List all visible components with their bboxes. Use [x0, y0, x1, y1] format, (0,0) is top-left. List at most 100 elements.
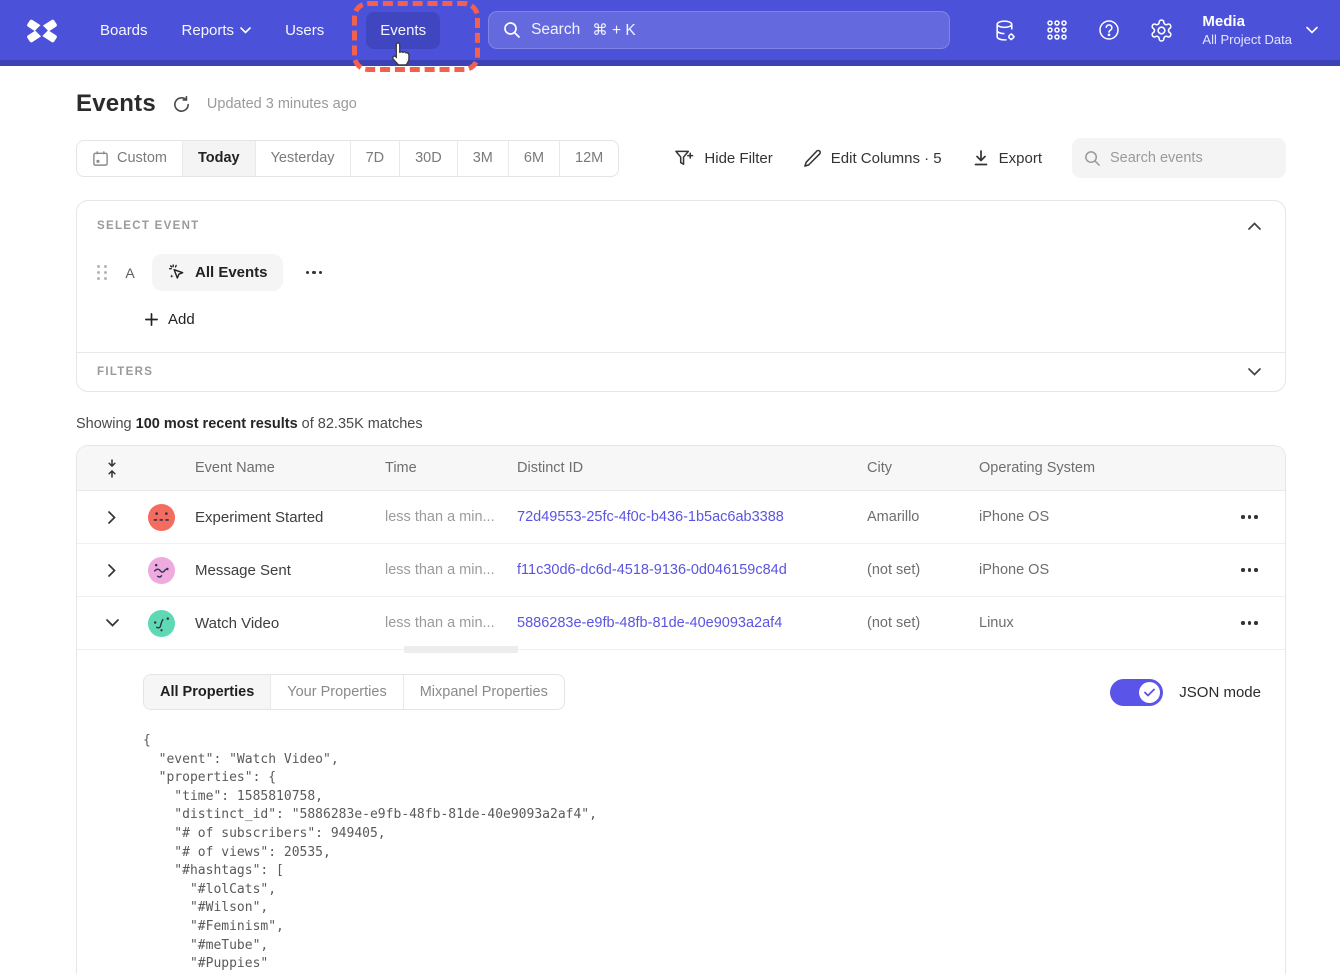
city-cell: (not set)	[851, 562, 963, 578]
column-header-distinct-id[interactable]: Distinct ID	[501, 460, 851, 476]
settings-gear-icon[interactable]	[1142, 11, 1180, 49]
pencil-icon	[803, 149, 822, 168]
filters-label: FILTERS	[97, 366, 153, 378]
time-cell: less than a min...	[369, 509, 501, 525]
distinct-id-link[interactable]: 5886283e-e9fb-48fb-81de-40e9093a2af4	[517, 615, 782, 631]
distinct-id-link[interactable]: 72d49553-25fc-4f0c-b436-1b5ac6ab3388	[517, 509, 784, 525]
project-name: Media	[1202, 13, 1292, 30]
refresh-button[interactable]	[170, 93, 193, 116]
event-name-cell: Watch Video	[179, 615, 369, 632]
expand-row-button[interactable]	[95, 560, 129, 581]
drag-handle-icon[interactable]	[97, 265, 108, 280]
json-mode-toggle[interactable]	[1110, 679, 1163, 706]
column-header-city[interactable]: City	[851, 460, 963, 476]
collapse-all-rows-button[interactable]	[95, 455, 129, 482]
expand-row-button[interactable]	[95, 507, 129, 528]
tab-mixpanel-properties[interactable]: Mixpanel Properties	[403, 675, 564, 709]
event-selector-button[interactable]: All Events	[152, 254, 283, 291]
chevron-down-icon	[1306, 26, 1318, 34]
project-switcher[interactable]: Media All Project Data	[1202, 13, 1318, 47]
collapse-section-button[interactable]	[1244, 218, 1265, 234]
event-more-options-button[interactable]	[300, 265, 329, 281]
hand-pointer-cursor-icon	[390, 41, 412, 67]
download-icon	[972, 149, 990, 167]
expand-filters-button[interactable]	[1244, 364, 1265, 380]
date-range-7d[interactable]: 7D	[350, 141, 400, 176]
time-column-scrollbar[interactable]	[404, 646, 518, 653]
distinct-id-cell: 5886283e-e9fb-48fb-81de-40e9093a2af4	[501, 615, 851, 631]
plus-icon	[144, 312, 159, 327]
nav-reports-label: Reports	[182, 22, 235, 39]
navbar-search-placeholder: Search	[531, 21, 580, 39]
query-builder-card: SELECT EVENT A All Events Add	[76, 200, 1286, 392]
funnel-plus-icon	[674, 149, 695, 168]
search-icon	[1084, 150, 1101, 167]
search-shortcut: ⌘ + K	[592, 21, 636, 40]
top-navbar: Boards Reports Users Events Search ⌘ + K	[0, 0, 1340, 66]
nav-reports[interactable]: Reports	[168, 12, 266, 49]
os-cell: iPhone OS	[963, 509, 1177, 525]
navbar-search[interactable]: Search ⌘ + K	[488, 11, 950, 49]
add-event-button[interactable]: Add	[144, 311, 195, 328]
table-row-expanded: Watch Video less than a min... 5886283e-…	[77, 597, 1285, 650]
event-avatar-icon	[147, 556, 176, 585]
magic-cursor-icon	[167, 263, 186, 282]
main-content: Events Updated 3 minutes ago Custom Toda…	[76, 90, 1286, 974]
nav-users[interactable]: Users	[271, 12, 338, 49]
edit-columns-button[interactable]: Edit Columns · 5	[803, 149, 942, 168]
os-cell: Linux	[963, 615, 1177, 631]
refresh-icon	[172, 95, 191, 114]
tab-all-properties[interactable]: All Properties	[144, 675, 270, 709]
navbar-right-section: Media All Project Data	[986, 11, 1318, 49]
help-icon[interactable]	[1090, 11, 1128, 49]
os-cell: iPhone OS	[963, 562, 1177, 578]
last-updated-text: Updated 3 minutes ago	[207, 96, 357, 112]
properties-tabs: All Properties Your Properties Mixpanel …	[143, 674, 565, 710]
date-range-yesterday[interactable]: Yesterday	[255, 141, 350, 176]
calendar-icon	[92, 150, 109, 167]
column-header-time[interactable]: Time	[369, 460, 501, 476]
tab-your-properties[interactable]: Your Properties	[270, 675, 402, 709]
row-more-actions-button[interactable]	[1235, 615, 1264, 631]
date-range-6m[interactable]: 6M	[508, 141, 559, 176]
event-row-letter: A	[125, 265, 135, 281]
date-range-3m[interactable]: 3M	[457, 141, 508, 176]
export-button[interactable]: Export	[972, 149, 1042, 167]
mixpanel-logo-icon[interactable]	[22, 12, 62, 48]
nav-boards[interactable]: Boards	[86, 12, 162, 49]
json-mode-label: JSON mode	[1179, 684, 1261, 701]
search-events-field	[1072, 138, 1286, 178]
collapse-row-button[interactable]	[95, 615, 129, 631]
chevron-down-icon	[1248, 368, 1261, 376]
filters-section[interactable]: FILTERS	[77, 352, 1285, 391]
chevron-right-icon	[108, 511, 116, 524]
date-range-30d[interactable]: 30D	[399, 141, 457, 176]
city-cell: Amarillo	[851, 509, 963, 525]
apps-grid-icon[interactable]	[1038, 11, 1076, 49]
results-summary: Showing 100 most recent results of 82.35…	[76, 416, 1286, 432]
time-cell: less than a min...	[369, 615, 501, 631]
events-table: Event Name Time Distinct ID City Operati…	[76, 445, 1286, 974]
event-json-viewer[interactable]: { "event": "Watch Video", "properties": …	[143, 732, 1261, 974]
date-range-custom[interactable]: Custom	[77, 141, 182, 176]
table-row: Message Sent less than a min... f11c30d6…	[77, 544, 1285, 597]
event-detail-panel: All Properties Your Properties Mixpanel …	[77, 650, 1285, 974]
row-more-actions-button[interactable]	[1235, 562, 1264, 578]
event-avatar-icon	[147, 503, 176, 532]
data-management-icon[interactable]	[986, 11, 1024, 49]
event-name-cell: Experiment Started	[179, 509, 369, 526]
hide-filter-button[interactable]: Hide Filter	[674, 149, 772, 168]
page-title: Events	[76, 90, 156, 118]
search-icon	[503, 21, 521, 39]
date-range-today[interactable]: Today	[182, 141, 255, 176]
select-event-label: SELECT EVENT	[97, 220, 200, 232]
event-name-cell: Message Sent	[179, 562, 369, 579]
project-scope: All Project Data	[1202, 32, 1292, 47]
date-range-12m[interactable]: 12M	[559, 141, 618, 176]
column-header-os[interactable]: Operating System	[963, 460, 1177, 476]
chevron-down-icon	[106, 619, 119, 627]
row-more-actions-button[interactable]	[1235, 509, 1264, 525]
column-header-event-name[interactable]: Event Name	[179, 460, 369, 476]
search-events-input[interactable]	[1072, 138, 1286, 178]
distinct-id-link[interactable]: f11c30d6-dc6d-4518-9136-0d046159c84d	[517, 562, 787, 578]
